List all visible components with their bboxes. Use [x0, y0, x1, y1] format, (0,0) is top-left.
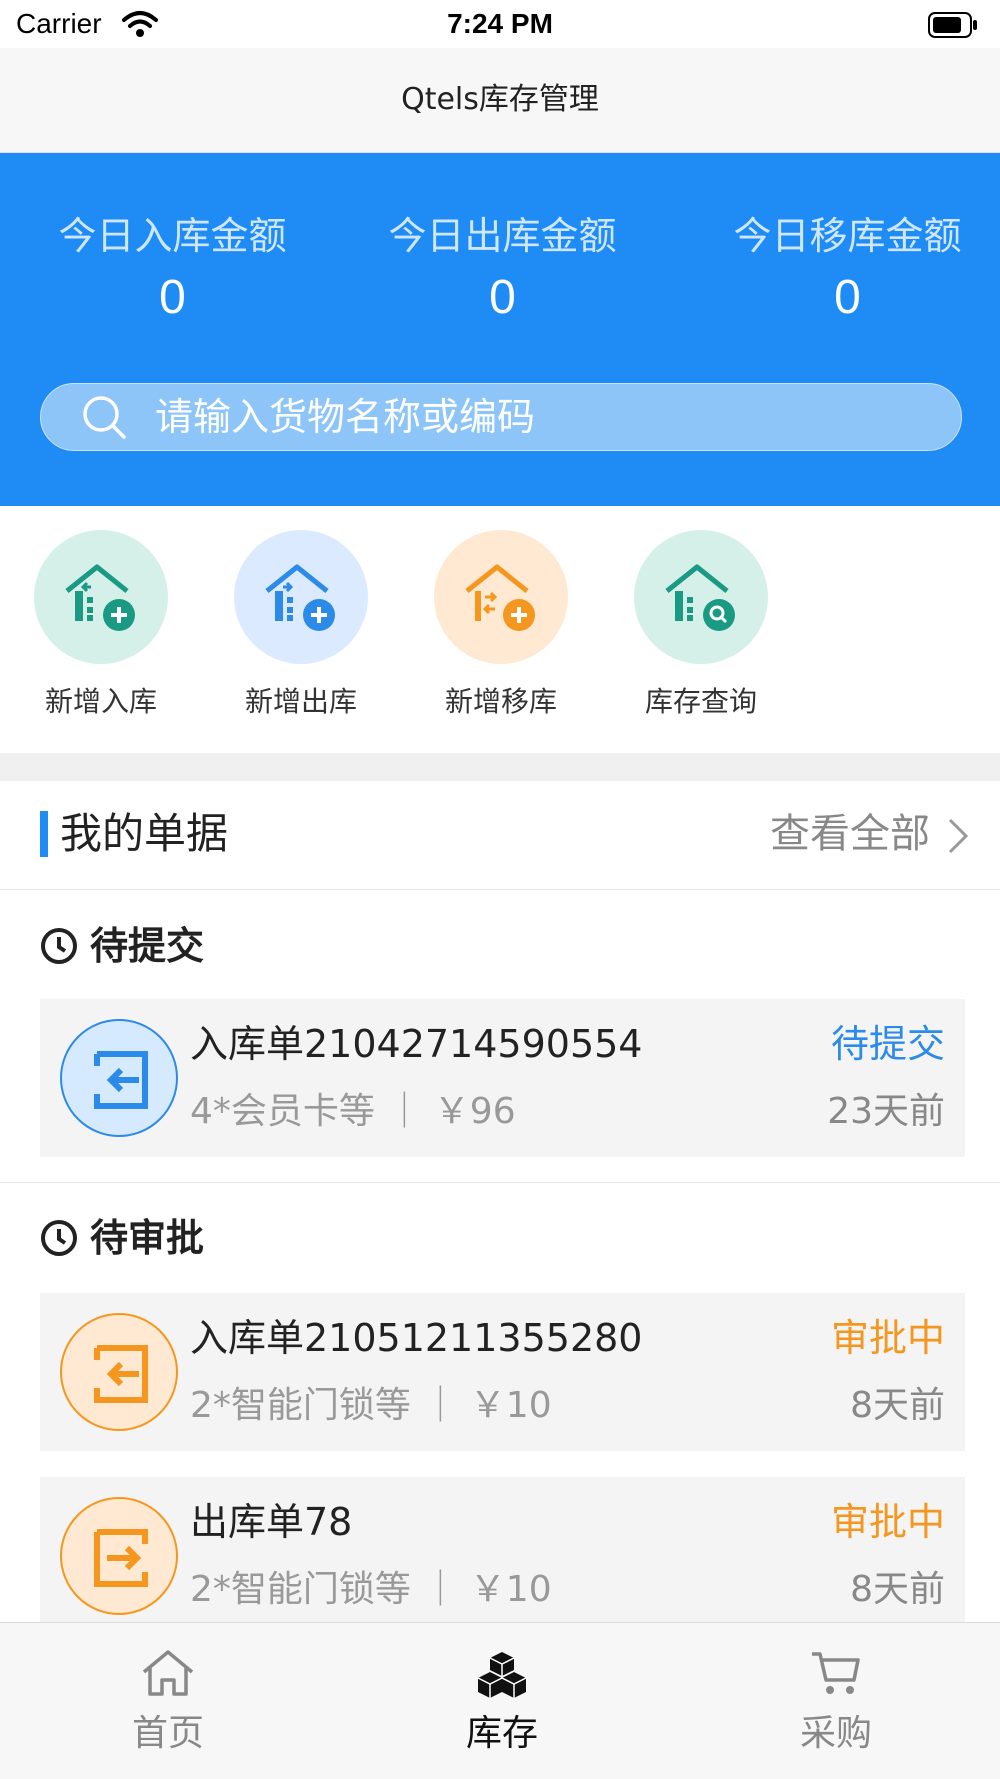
inbound-icon [94, 1345, 148, 1403]
group-heading-pending: 待提交 [40, 920, 204, 972]
clock-icon [41, 928, 77, 964]
action-icon-bg [634, 530, 768, 664]
stat-outbound-label: 今日出库金额 [388, 214, 617, 258]
group-heading-text: 待审批 [90, 1216, 205, 1260]
bill-status: 审批中 [830, 1500, 945, 1544]
stat-outbound-value: 0 [489, 271, 516, 324]
tab-home-label: 首页 [131, 1713, 204, 1754]
stat-transfer-value: 0 [834, 271, 861, 324]
bill-card[interactable]: 入库单21051211355280 2*智能门锁等 ｜ ￥10 审批中 8天前 [40, 1293, 965, 1451]
search-placeholder[interactable]: 请输入货物名称或编码 [155, 393, 535, 441]
group-heading-text: 待提交 [90, 924, 205, 968]
stat-transfer: 今日移库金额 0 [675, 205, 1000, 325]
bill-time: 23天前 [827, 1091, 945, 1132]
section-accent-bar [40, 811, 48, 857]
bill-card[interactable]: 入库单21042714590554 4*会员卡等 ｜ ￥96 待提交 23天前 [40, 999, 965, 1157]
section-gap [0, 753, 1000, 781]
stat-inbound-label: 今日入库金额 [58, 214, 287, 258]
warehouse-move-icon [465, 564, 535, 631]
clock-icon [41, 1220, 77, 1256]
chevron-right-icon[interactable] [946, 816, 970, 856]
inbound-icon-bg [60, 1019, 178, 1137]
bill-summary: 4*会员卡等 ｜ ￥96 [190, 1091, 516, 1132]
stat-transfer-label: 今日移库金额 [733, 214, 962, 258]
outbound-icon-bg [60, 1497, 178, 1615]
stat-outbound: 今日出库金额 0 [330, 205, 675, 325]
action-stock-query[interactable]: 库存查询 [626, 530, 776, 720]
action-icon-bg [34, 530, 168, 664]
inbound-icon-bg [60, 1313, 178, 1431]
stat-inbound: 今日入库金额 0 [0, 205, 345, 325]
cart-icon [812, 1652, 860, 1694]
bill-card[interactable]: 出库单78 2*智能门锁等 ｜ ￥10 审批中 8天前 [40, 1477, 965, 1635]
action-new-transfer-label: 新增移库 [444, 685, 557, 718]
action-new-inbound[interactable]: 新增入库 [26, 530, 176, 720]
warehouse-out-icon [265, 564, 335, 631]
bills-title: 我的单据 [60, 809, 229, 858]
inbound-icon [94, 1051, 148, 1109]
tab-purchase-label: 采购 [799, 1713, 872, 1754]
tab-inventory-label: 库存 [465, 1713, 538, 1754]
action-icon-bg [234, 530, 368, 664]
warehouse-search-icon [665, 564, 735, 631]
page-title: Qtels库存管理 [401, 82, 599, 117]
group-heading-approval: 待审批 [40, 1212, 204, 1264]
stat-inbound-value: 0 [159, 271, 186, 324]
bill-time: 8天前 [850, 1385, 945, 1426]
warehouse-in-icon [65, 564, 135, 631]
bill-time: 8天前 [850, 1569, 945, 1610]
bill-title: 入库单21051211355280 [190, 1316, 643, 1360]
home-icon [142, 1650, 194, 1696]
tab-inventory[interactable]: 库存 [392, 1648, 612, 1756]
bill-summary: 2*智能门锁等 ｜ ￥10 [190, 1569, 552, 1610]
battery-icon [928, 12, 977, 38]
outbound-icon [94, 1529, 148, 1587]
search-icon [83, 396, 126, 439]
action-icon-bg [434, 530, 568, 664]
action-new-outbound-label: 新增出库 [244, 685, 357, 718]
tab-home[interactable]: 首页 [58, 1648, 278, 1756]
action-new-transfer[interactable]: 新增移库 [426, 530, 576, 720]
action-new-outbound[interactable]: 新增出库 [226, 530, 376, 720]
bill-status: 待提交 [830, 1022, 945, 1066]
divider [0, 889, 1000, 890]
divider [0, 1182, 1000, 1183]
action-new-inbound-label: 新增入库 [44, 685, 157, 718]
bill-title: 入库单21042714590554 [190, 1022, 643, 1066]
bill-status: 审批中 [830, 1316, 945, 1360]
bill-summary: 2*智能门锁等 ｜ ￥10 [190, 1385, 552, 1426]
bill-title: 出库单78 [190, 1500, 353, 1544]
tab-purchase[interactable]: 采购 [726, 1648, 946, 1756]
status-time: 7:24 PM [447, 8, 553, 39]
action-stock-query-label: 库存查询 [644, 685, 757, 718]
view-all-link[interactable]: 查看全部 [770, 806, 930, 862]
boxes-icon [477, 1652, 527, 1698]
